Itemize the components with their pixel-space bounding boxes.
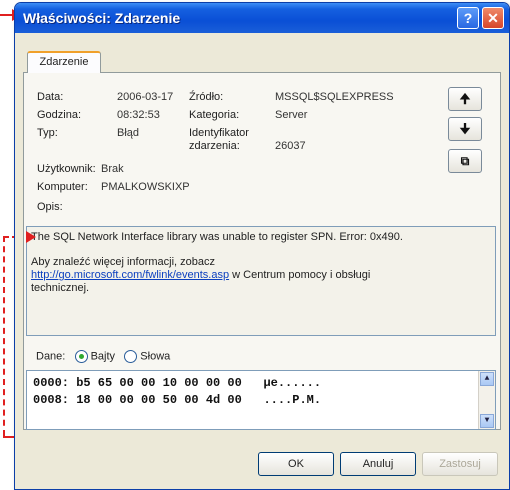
data-value: 2006-03-17 — [117, 91, 174, 103]
help-icon[interactable]: ? — [457, 7, 479, 29]
radio-slowa[interactable] — [124, 350, 138, 363]
description-line-2: Aby znaleźć więcej informacji, zobacz — [31, 256, 216, 268]
identyfikator-value: 26037 — [275, 140, 306, 152]
identyfikator-label-1: Identyfikator — [189, 127, 249, 139]
radio-bajty-label[interactable]: Bajty — [91, 350, 115, 362]
apply-button[interactable]: Zastosuj — [422, 452, 498, 476]
cancel-button[interactable]: Anuluj — [340, 452, 416, 476]
data-label: Data: — [37, 91, 64, 103]
hex-scrollbar[interactable]: ▲ ▼ — [478, 371, 495, 429]
description-line-1: The SQL Network Interface library was un… — [31, 231, 403, 243]
uzytkownik-value: Brak — [101, 163, 124, 175]
scroll-down-icon[interactable]: ▼ — [480, 414, 494, 428]
komputer-label: Komputer: — [37, 181, 88, 193]
uzytkownik-label: Użytkownik: — [37, 163, 96, 175]
komputer-value: PMALKOWSKIXP — [101, 181, 190, 193]
hex-line: 0000: b5 65 00 00 10 00 00 00 µe...... — [33, 376, 322, 390]
godzina-label: Godzina: — [37, 109, 82, 121]
arrow-down-icon: 🠋 — [459, 121, 471, 136]
close-icon[interactable]: ✕ — [482, 7, 504, 29]
typ-value: Błąd — [117, 127, 140, 139]
typ-label: Typ: — [37, 127, 58, 139]
next-event-button[interactable]: 🠋 — [448, 117, 482, 141]
copy-button[interactable]: ⧉ — [448, 149, 482, 173]
opis-label: Opis: — [37, 201, 63, 213]
data-hex-view[interactable]: 0000: b5 65 00 00 10 00 00 00 µe...... 0… — [26, 370, 496, 430]
zrodlo-label: Źródło: — [189, 91, 224, 103]
previous-event-button[interactable]: 🠉 — [448, 87, 482, 111]
godzina-value: 08:32:53 — [117, 109, 160, 121]
radio-bajty[interactable] — [74, 350, 88, 363]
kategoria-label: Kategoria: — [189, 109, 240, 121]
description-line-4: technicznej. — [31, 282, 90, 294]
help-link[interactable]: http://go.microsoft.com/fwlink/events.as… — [31, 269, 229, 281]
hex-line: 0008: 18 00 00 00 50 00 4d 00 ....P.M. — [33, 393, 322, 407]
dane-label: Dane: — [36, 350, 66, 363]
kategoria-value: Server — [275, 109, 308, 121]
description-line-3-text: w Centrum pomocy i obsługi — [229, 269, 371, 281]
description-line-3: http://go.microsoft.com/fwlink/events.as… — [31, 269, 491, 282]
data-format-group: Dane: Bajty Słowa — [36, 350, 170, 363]
copy-icon: ⧉ — [460, 154, 470, 168]
description-textbox[interactable]: The SQL Network Interface library was un… — [26, 226, 496, 336]
identyfikator-label-2: zdarzenia: — [189, 140, 240, 152]
radio-slowa-label[interactable]: Słowa — [140, 350, 170, 362]
ok-button[interactable]: OK — [258, 452, 334, 476]
scroll-up-icon[interactable]: ▲ — [480, 372, 494, 386]
zrodlo-value: MSSQL$SQLEXPRESS — [275, 91, 394, 103]
arrow-up-icon: 🠉 — [459, 91, 471, 106]
window-title: Właściwości: Zdarzenie — [23, 10, 181, 26]
tab-zdarzenie[interactable]: Zdarzenie — [27, 51, 101, 73]
title-bar[interactable]: Właściwości: Zdarzenie ? ✕ — [15, 3, 509, 33]
